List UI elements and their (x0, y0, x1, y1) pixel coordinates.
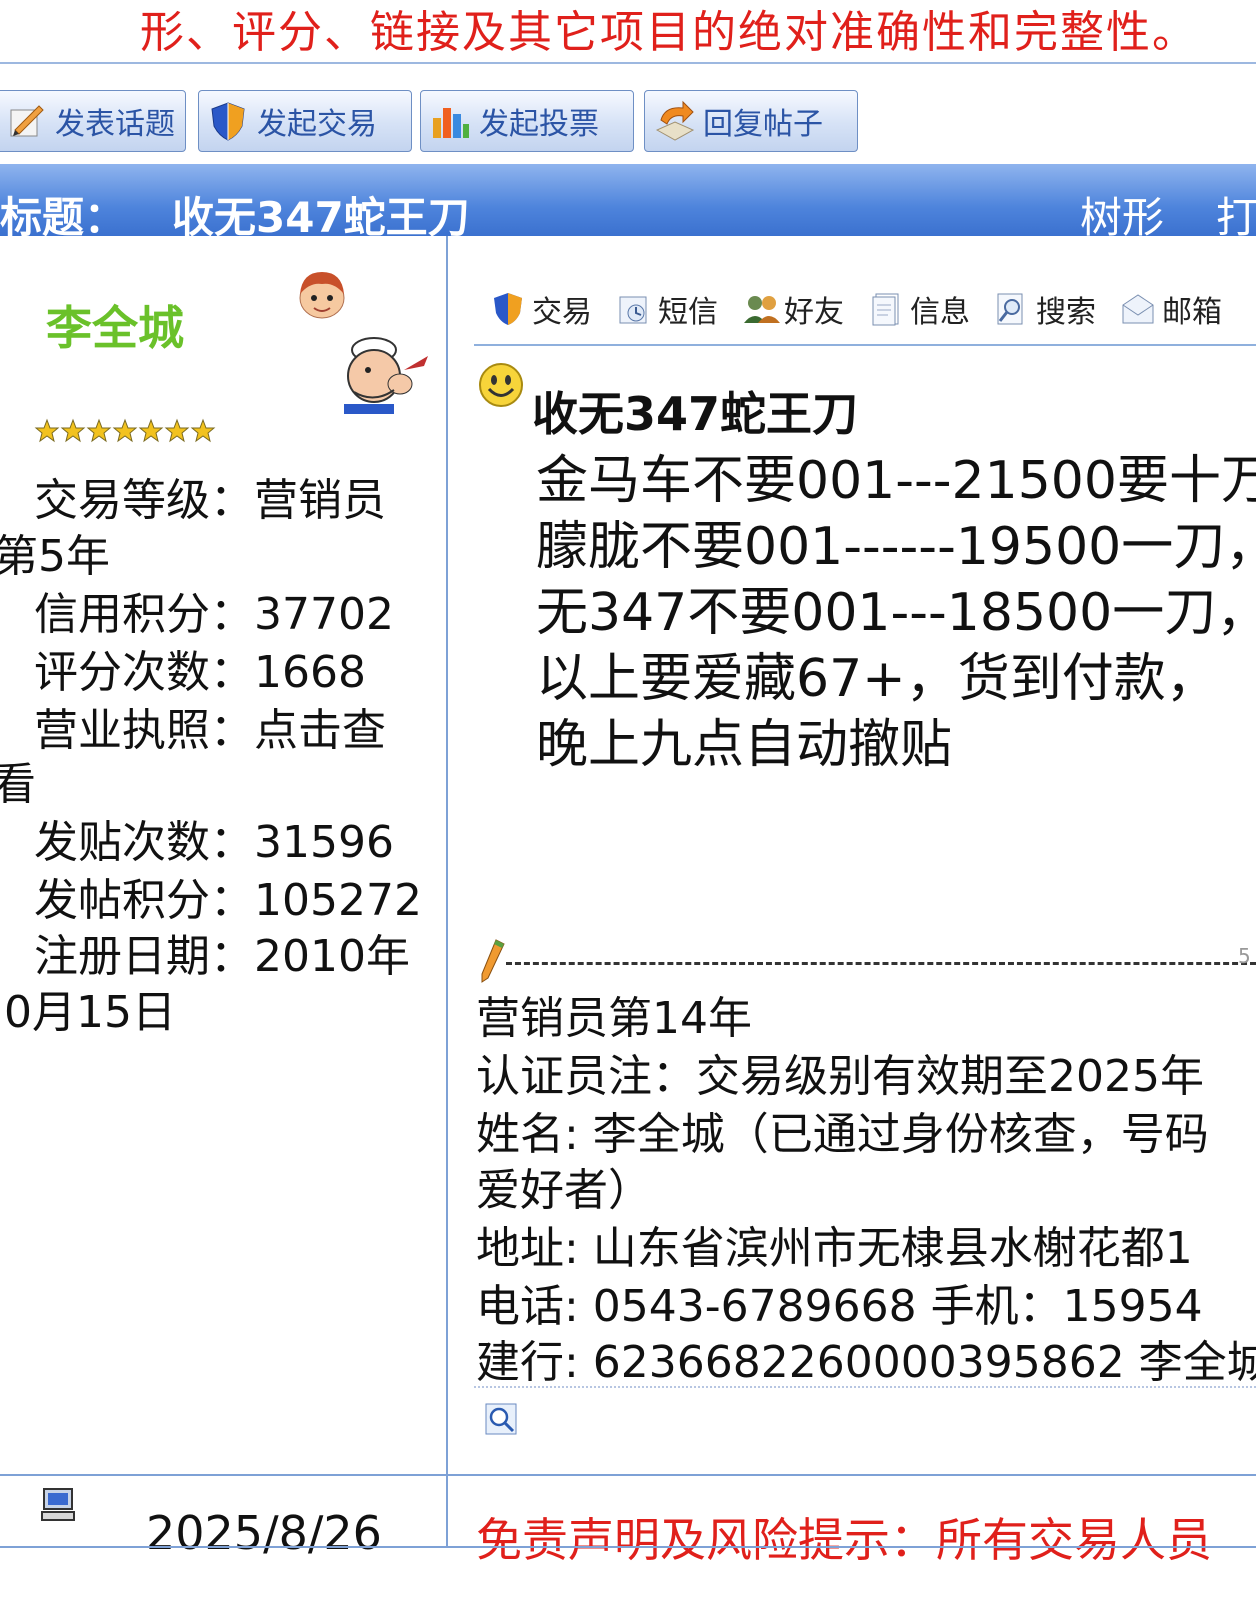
post-topic-label: 发表话题 (55, 107, 175, 142)
signature-line: 地址: 山东省滨州市无棣县水榭花都1 (476, 1223, 1193, 1274)
pencil-icon (478, 938, 508, 988)
action-search[interactable]: 搜索 (994, 287, 1096, 331)
document-icon (868, 291, 904, 327)
post-line: 无347不要001---18500一刀， (536, 583, 1256, 643)
post-subject: 收无347蛇王刀 (532, 387, 859, 441)
smiley-icon (478, 362, 524, 412)
action-mail[interactable]: 邮箱 (1120, 287, 1222, 331)
register-date-cont: 10月15日 (0, 987, 176, 1038)
start-vote-label: 发起投票 (479, 107, 599, 142)
reply-post-label: 回复帖子 (703, 107, 823, 142)
column-divider (446, 236, 448, 1546)
signature-line: 电话: 0543-6789668 手机：15954 (476, 1281, 1203, 1332)
pencil-paper-icon (5, 100, 47, 142)
print-link[interactable]: 打 (1216, 184, 1256, 236)
post-line: 晚上九点自动撤贴 (536, 715, 953, 775)
start-trade-button[interactable]: 发起交易 (198, 90, 412, 152)
mail-icon (1120, 291, 1156, 327)
sailor-avatar-icon (340, 330, 432, 420)
action-friend[interactable]: 好友 (742, 287, 844, 331)
message-icon (616, 291, 652, 327)
search-icon (994, 291, 1030, 327)
divider (0, 1546, 1256, 1548)
signature-line: 营销员第14年 (476, 993, 752, 1044)
post-topic-button[interactable]: 发表话题 (0, 90, 186, 152)
user-actions: 交易 短信 好友 信息 搜索 邮箱 (490, 284, 1246, 334)
post-line: 金马车不要001---21500要十万 (536, 451, 1256, 511)
signature-line: 姓名: 李全城（已通过身份核查，号码 (476, 1109, 1209, 1160)
thread-title-bar: 标题： 收无347蛇王刀 树形 打 (0, 164, 1256, 236)
start-trade-label: 发起交易 (257, 107, 377, 142)
disclaimer-text: 免责声明及风险提示：所有交易人员 (476, 1513, 1212, 1567)
action-trade-label: 交易 (532, 295, 592, 330)
title-label: 标题： (0, 193, 127, 236)
rating-stars (34, 418, 218, 448)
business-license-link-cont[interactable]: 看 (0, 748, 36, 812)
signature-mark: 5 (1238, 944, 1251, 968)
post-line: 朦胧不要001------19500一刀， (536, 517, 1256, 577)
bar-chart-icon (429, 100, 471, 142)
reply-arrow-icon (653, 100, 695, 142)
business-license-link[interactable]: 营业执照：点击查 (34, 694, 386, 758)
shield-icon (490, 291, 526, 327)
thread-title: 收无347蛇王刀 (172, 193, 470, 236)
reply-post-button[interactable]: 回复帖子 (644, 90, 858, 152)
divider (0, 1474, 1256, 1476)
magnifier-icon[interactable] (484, 1402, 518, 1440)
action-message[interactable]: 短信 (616, 287, 718, 331)
action-info[interactable]: 信息 (868, 287, 970, 331)
top-notice: 形、评分、链接及其它项目的绝对准确性和完整性。 (140, 7, 1198, 58)
action-message-label: 短信 (658, 295, 718, 330)
trade-level: 交易等级：营销员 (34, 475, 386, 526)
signature-line: 认证员注：交易级别有效期至2025年 (476, 1051, 1204, 1102)
action-info-label: 信息 (910, 295, 970, 330)
trade-level-years: 第5年 (0, 531, 110, 582)
tree-view-link[interactable]: 树形 (1080, 184, 1164, 236)
action-trade[interactable]: 交易 (490, 287, 592, 331)
user-face-icon (294, 266, 350, 326)
shield-icon (207, 100, 249, 142)
divider (474, 1386, 1256, 1388)
start-vote-button[interactable]: 发起投票 (420, 90, 634, 152)
post-count: 发贴次数：31596 (34, 817, 394, 868)
action-mail-label: 邮箱 (1162, 295, 1222, 330)
divider (0, 62, 1256, 64)
friends-icon (742, 291, 780, 327)
post-points: 发帖积分：105272 (34, 875, 422, 926)
action-search-label: 搜索 (1036, 295, 1096, 330)
post-date: 2025/8/26 (146, 1506, 382, 1560)
divider (474, 344, 1256, 346)
signature-line: 建行: 6236682260000395862 李全城 (476, 1337, 1256, 1388)
user-name[interactable]: 李全城 (46, 292, 184, 358)
credit-score: 信用积分：37702 (34, 589, 394, 640)
register-date: 注册日期：2010年 (34, 931, 410, 982)
post-line: 以上要爱藏67+，货到付款， (536, 649, 1218, 709)
signature-divider (506, 962, 1256, 965)
rating-count: 评分次数：1668 (34, 647, 366, 698)
computer-icon (40, 1486, 76, 1526)
signature-line: 爱好者） (476, 1165, 652, 1216)
action-friend-label: 好友 (784, 295, 844, 330)
